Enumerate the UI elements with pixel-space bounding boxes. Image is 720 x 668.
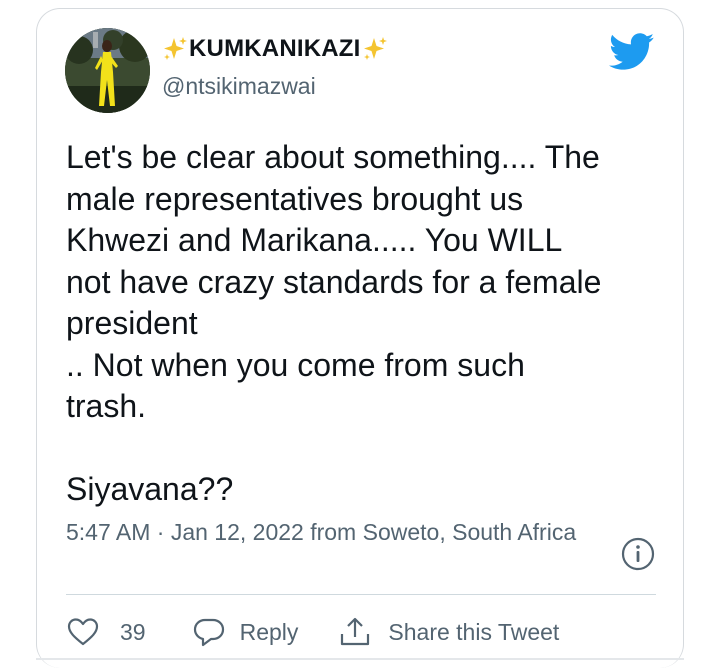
info-icon[interactable] bbox=[621, 537, 655, 571]
author-handle[interactable]: @ntsikimazwai bbox=[162, 73, 316, 100]
tweet-text: Let's be clear about something.... The m… bbox=[66, 139, 602, 507]
sparkles-icon bbox=[164, 37, 187, 60]
action-bar: 39 Reply Share this Tweet bbox=[66, 612, 559, 652]
reply-button[interactable]: Reply bbox=[192, 616, 299, 648]
sparkles-icon bbox=[363, 37, 387, 60]
twitter-bird-icon[interactable] bbox=[609, 33, 655, 71]
display-name: KUMKANIKAZI bbox=[189, 35, 361, 62]
like-count: 39 bbox=[120, 618, 146, 645]
avatar-photo bbox=[65, 28, 150, 113]
tweet-timestamp[interactable]: 5:47 AM · Jan 12, 2022 from Soweto, Sout… bbox=[66, 514, 606, 550]
tweet-card[interactable]: KUMKANIKAZI @ntsikimazwai Let's be clear… bbox=[36, 8, 684, 668]
share-button[interactable]: Share this Tweet bbox=[338, 616, 559, 648]
divider bbox=[66, 594, 656, 595]
reply-label: Reply bbox=[239, 618, 299, 645]
share-icon bbox=[341, 617, 370, 646]
author-name-row[interactable]: KUMKANIKAZI bbox=[161, 35, 389, 63]
like-button[interactable]: 39 bbox=[66, 616, 146, 648]
share-label: Share this Tweet bbox=[388, 618, 560, 645]
avatar[interactable] bbox=[65, 28, 150, 113]
reply-bubble-icon bbox=[193, 618, 224, 647]
bottom-border bbox=[36, 658, 684, 660]
heart-icon bbox=[67, 618, 99, 646]
